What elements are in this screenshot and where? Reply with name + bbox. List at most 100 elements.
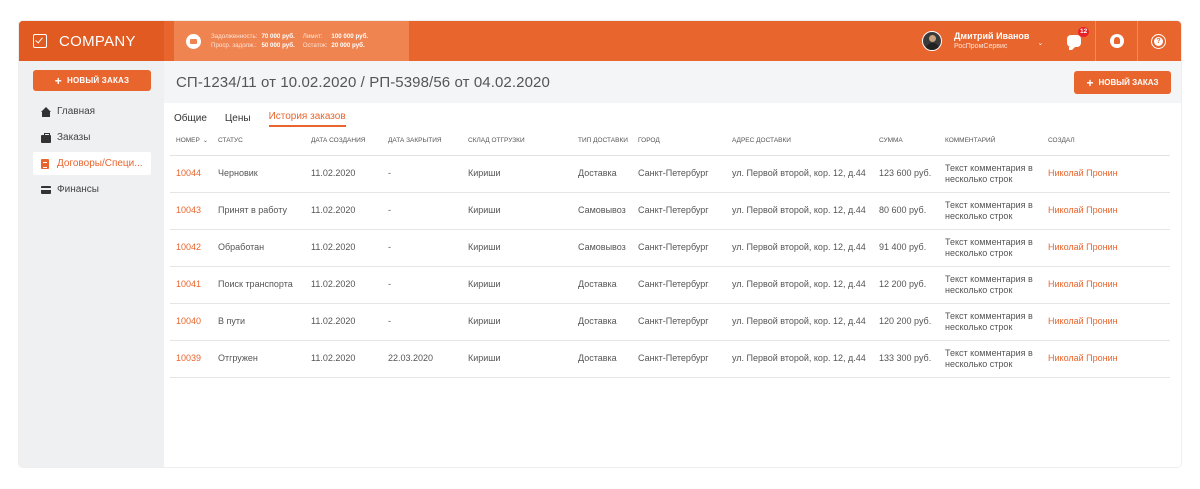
order-created: 11.02.2020 [305,229,382,267]
order-status: В пути [212,303,305,341]
tab-prices[interactable]: Цены [225,113,251,127]
order-city: Санкт-Петербург [632,266,726,304]
order-city: Санкт-Петербург [632,340,726,378]
limit-label: Лимит: [302,32,323,40]
remain-label: Остаток: [302,41,328,49]
order-number-link[interactable]: 10040 [170,303,212,341]
remain-value: 20 000 руб. [331,41,365,49]
column-header-closed[interactable]: Дата закрытия [382,127,462,156]
user-menu[interactable]: Дмитрий Иванов РосПромСервис ⌄ [922,21,1043,61]
notifications-button[interactable] [1095,21,1137,61]
sidebar-item-contracts[interactable]: Договоры/Специ... [33,152,151,175]
order-sum: 12 200 руб. [873,266,939,304]
table-row[interactable]: 10044 Черновик 11.02.2020 - Кириши Доста… [170,155,1170,193]
sidebar-item-label: Финансы [57,184,99,195]
column-header-status[interactable]: Статус [212,127,305,156]
chat-icon [1067,35,1081,50]
table-row[interactable]: 10041 Поиск транспорта 11.02.2020 - Кири… [170,266,1170,304]
order-delivery-type: Доставка [572,303,632,341]
order-delivery-type: Самовывоз [572,229,632,267]
overdue-label: Проср. задолж.: [211,41,257,49]
column-header-delivery-type[interactable]: Тип доставки [572,127,632,156]
order-creator-link[interactable]: Николай Пронин [1042,266,1170,304]
order-sum: 80 600 руб. [873,192,939,230]
column-header-warehouse[interactable]: Склад отгрузки [462,127,572,156]
sidebar-item-label: Договоры/Специ... [57,158,143,169]
logo[interactable]: COMPANY [19,21,164,61]
column-header-comment[interactable]: Комментарий [939,127,1042,156]
tabs: Общие Цены История заказов [164,103,1181,127]
checkbox-logo-icon [33,34,47,48]
order-warehouse: Кириши [462,303,572,341]
order-status: Поиск транспорта [212,266,305,304]
order-comment: Текст комментария в несколько строк [939,266,1042,304]
order-closed: - [382,303,462,341]
order-created: 11.02.2020 [305,192,382,230]
order-sum: 91 400 руб. [873,229,939,267]
sidebar-item-home[interactable]: Главная [19,100,164,123]
order-warehouse: Кириши [462,229,572,267]
order-comment: Текст комментария в несколько строк [939,340,1042,378]
avatar [922,31,942,51]
column-header-sum[interactable]: Сумма [873,127,939,156]
new-order-label: НОВЫЙ ЗАКАЗ [66,76,130,85]
title-bar: СП-1234/11 от 10.02.2020 / РП-5398/56 от… [164,61,1181,103]
order-city: Санкт-Петербург [632,303,726,341]
top-bar: COMPANY Задолженность: 70 000 руб. Лимит… [19,21,1181,61]
sidebar-item-orders[interactable]: Заказы [19,126,164,149]
order-number-link[interactable]: 10041 [170,266,212,304]
table-header-row: Номер ⌄ Статус Дата создания Дата закрыти… [170,127,1170,156]
order-closed: - [382,192,462,230]
order-creator-link[interactable]: Николай Пронин [1042,192,1170,230]
order-status: Черновик [212,155,305,193]
order-creator-link[interactable]: Николай Пронин [1042,229,1170,267]
order-warehouse: Кириши [462,266,572,304]
order-creator-link[interactable]: Николай Пронин [1042,303,1170,341]
credit-card-icon [41,185,51,194]
column-header-creator[interactable]: Создал [1042,127,1170,156]
sidebar-item-finance[interactable]: Финансы [19,178,164,201]
home-icon [41,106,51,117]
table-row[interactable]: 10040 В пути 11.02.2020 - Кириши Доставк… [170,303,1170,341]
help-button[interactable]: ? [1137,21,1179,61]
order-address: ул. Первой второй, кор. 12, д.44 [726,229,873,267]
bell-icon [1109,34,1124,48]
order-creator-link[interactable]: Николай Пронин [1042,155,1170,193]
chat-count-badge: 12 [1078,27,1090,37]
messages-button[interactable]: 12 [1053,21,1095,61]
user-name: Дмитрий Иванов [954,31,1030,41]
order-address: ул. Первой второй, кор. 12, д.44 [726,303,873,341]
table-row[interactable]: 10042 Обработан 11.02.2020 - Кириши Само… [170,229,1170,267]
order-number-link[interactable]: 10044 [170,155,212,193]
order-number-link[interactable]: 10043 [170,192,212,230]
document-icon [41,158,49,169]
order-delivery-type: Доставка [572,155,632,193]
order-delivery-type: Доставка [572,340,632,378]
order-created: 11.02.2020 [305,340,382,378]
table-row[interactable]: 10043 Принят в работу 11.02.2020 - Кириш… [170,192,1170,230]
debt-label: Задолженность: [211,32,258,40]
order-creator-link[interactable]: Николай Пронин [1042,340,1170,378]
header-new-order-button[interactable]: + НОВЫЙ ЗАКАЗ [1074,71,1171,94]
table-row[interactable]: 10039 Отгружен 11.02.2020 22.03.2020 Кир… [170,340,1170,378]
order-city: Санкт-Петербург [632,192,726,230]
sidebar-new-order-button[interactable]: + НОВЫЙ ЗАКАЗ [33,70,151,91]
order-number-link[interactable]: 10039 [170,340,212,378]
column-header-created[interactable]: Дата создания [305,127,382,156]
sidebar-item-label: Главная [57,106,96,117]
order-number-link[interactable]: 10042 [170,229,212,267]
tab-order-history[interactable]: История заказов [268,111,346,127]
order-address: ул. Первой второй, кор. 12, д.44 [726,192,873,230]
plus-icon: + [54,73,62,88]
help-icon: ? [1151,33,1166,49]
column-header-address[interactable]: Адрес доставки [726,127,873,156]
chevron-down-icon: ⌄ [1037,40,1044,47]
order-address: ул. Первой второй, кор. 12, д.44 [726,155,873,193]
debt-value: 70 000 руб. [261,32,295,40]
order-sum: 133 300 руб. [873,340,939,378]
column-header-number[interactable]: Номер ⌄ [170,127,212,156]
order-sum: 123 600 руб. [873,155,939,193]
plus-icon: + [1086,75,1094,90]
column-header-city[interactable]: Город [632,127,726,156]
tab-general[interactable]: Общие [174,113,207,127]
